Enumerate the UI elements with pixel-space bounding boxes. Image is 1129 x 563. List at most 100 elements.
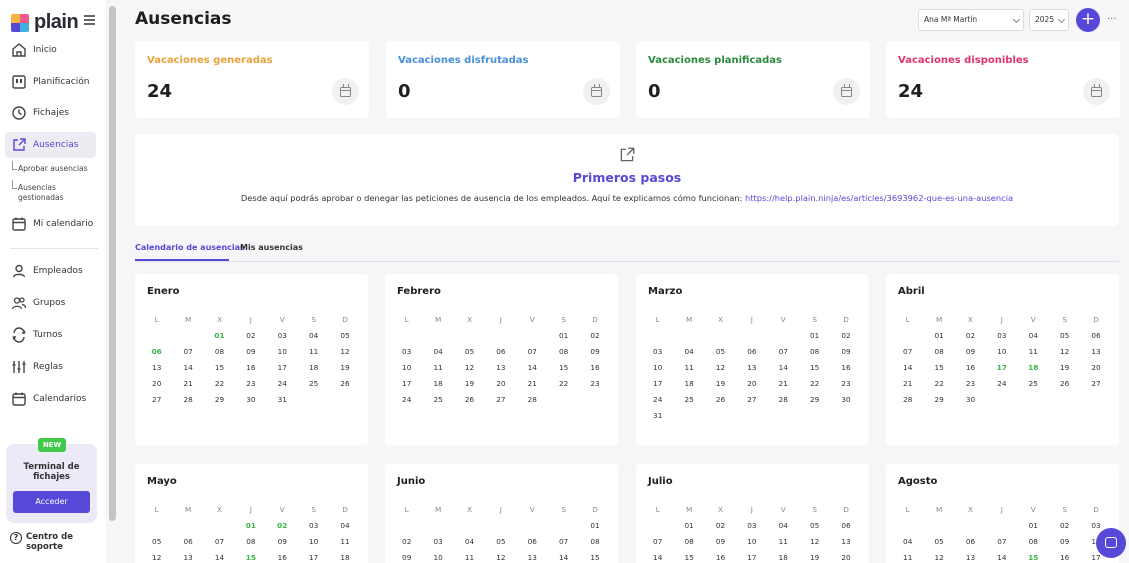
day-cell[interactable]: 06	[141, 344, 172, 360]
day-cell[interactable]: 10	[986, 344, 1017, 360]
day-cell[interactable]: 07	[986, 534, 1017, 550]
day-cell[interactable]: 12	[705, 360, 736, 376]
day-cell[interactable]: 20	[141, 376, 172, 392]
day-cell[interactable]: 04	[422, 344, 453, 360]
day-cell[interactable]: 02	[235, 328, 266, 344]
sidebar-item-turnos[interactable]: Turnos	[5, 322, 96, 348]
day-cell[interactable]: 05	[485, 534, 516, 550]
day-cell[interactable]: 11	[673, 360, 704, 376]
day-cell[interactable]: 18	[673, 376, 704, 392]
day-cell[interactable]: 08	[1018, 534, 1049, 550]
day-cell[interactable]: 13	[141, 360, 172, 376]
day-cell[interactable]: 15	[799, 360, 830, 376]
day-cell[interactable]: 10	[298, 534, 329, 550]
day-cell[interactable]: 05	[454, 344, 485, 360]
day-cell[interactable]: 22	[548, 376, 579, 392]
day-cell[interactable]: 15	[673, 550, 704, 563]
day-cell[interactable]: 14	[986, 550, 1017, 563]
day-cell[interactable]: 12	[454, 360, 485, 376]
day-cell[interactable]: 12	[923, 550, 954, 563]
day-cell[interactable]: 27	[141, 392, 172, 408]
menu-icon[interactable]	[84, 15, 95, 27]
day-cell[interactable]: 24	[642, 392, 673, 408]
day-cell[interactable]: 08	[799, 344, 830, 360]
employee-select[interactable]: Ana Mª Martín	[918, 9, 1024, 31]
sidebar-subitem-gestionadas[interactable]: Ausencias gestionadas	[12, 180, 88, 203]
day-cell[interactable]: 16	[235, 360, 266, 376]
day-cell[interactable]: 12	[1049, 344, 1080, 360]
sidebar-item-ausencias[interactable]: Ausencias	[5, 132, 96, 158]
day-cell[interactable]: 08	[204, 344, 235, 360]
day-cell[interactable]: 06	[955, 534, 986, 550]
day-cell[interactable]: 01	[923, 328, 954, 344]
day-cell[interactable]: 21	[517, 376, 548, 392]
day-cell[interactable]: 01	[204, 328, 235, 344]
day-cell[interactable]: 07	[172, 344, 203, 360]
day-cell[interactable]: 06	[830, 518, 861, 534]
tab-mis-ausencias[interactable]: Mis ausencias	[240, 243, 303, 252]
day-cell[interactable]: 03	[422, 534, 453, 550]
day-cell[interactable]: 11	[768, 534, 799, 550]
day-cell[interactable]: 13	[955, 550, 986, 563]
day-cell[interactable]: 07	[204, 534, 235, 550]
help-center-link[interactable]: ? Centro de soporte	[10, 532, 86, 552]
day-cell[interactable]: 20	[485, 376, 516, 392]
day-cell[interactable]: 28	[768, 392, 799, 408]
day-cell[interactable]: 11	[329, 534, 360, 550]
day-cell[interactable]: 26	[329, 376, 360, 392]
day-cell[interactable]: 14	[892, 360, 923, 376]
day-cell[interactable]: 25	[1018, 376, 1049, 392]
day-cell[interactable]: 10	[422, 550, 453, 563]
day-cell[interactable]: 19	[1049, 360, 1080, 376]
sidebar-item-empleados[interactable]: Empleados	[5, 258, 96, 284]
day-cell[interactable]: 16	[579, 360, 610, 376]
day-cell[interactable]: 25	[673, 392, 704, 408]
more-options-icon[interactable]: ···	[1107, 14, 1117, 25]
day-cell[interactable]: 03	[298, 518, 329, 534]
sidebar-item-calendarios[interactable]: Calendarios	[5, 386, 96, 412]
day-cell[interactable]: 13	[1080, 344, 1111, 360]
day-cell[interactable]: 10	[642, 360, 673, 376]
day-cell[interactable]: 03	[267, 328, 298, 344]
day-cell[interactable]: 19	[329, 360, 360, 376]
day-cell[interactable]: 20	[736, 376, 767, 392]
logo[interactable]: plain	[11, 11, 79, 34]
day-cell[interactable]: 06	[485, 344, 516, 360]
day-cell[interactable]: 18	[329, 550, 360, 563]
day-cell[interactable]: 15	[923, 360, 954, 376]
sidebar-item-planificacion[interactable]: Planificación	[5, 69, 96, 95]
day-cell[interactable]: 30	[235, 392, 266, 408]
day-cell[interactable]: 26	[1049, 376, 1080, 392]
day-cell[interactable]: 21	[172, 376, 203, 392]
day-cell[interactable]: 22	[204, 376, 235, 392]
day-cell[interactable]: 29	[204, 392, 235, 408]
day-cell[interactable]: 12	[485, 550, 516, 563]
day-cell[interactable]: 15	[204, 360, 235, 376]
day-cell[interactable]: 31	[642, 408, 673, 424]
day-cell[interactable]: 16	[830, 360, 861, 376]
day-cell[interactable]: 11	[454, 550, 485, 563]
day-cell[interactable]: 26	[705, 392, 736, 408]
day-cell[interactable]: 17	[391, 376, 422, 392]
day-cell[interactable]: 13	[830, 534, 861, 550]
day-cell[interactable]: 15	[579, 550, 610, 563]
add-button[interactable]: +	[1076, 8, 1100, 32]
year-select[interactable]: 2025	[1029, 9, 1069, 31]
day-cell[interactable]: 13	[485, 360, 516, 376]
day-cell[interactable]: 13	[517, 550, 548, 563]
sidebar-scrollbar-thumb[interactable]	[109, 6, 116, 521]
day-cell[interactable]: 22	[799, 376, 830, 392]
day-cell[interactable]: 16	[1049, 550, 1080, 563]
day-cell[interactable]: 08	[548, 344, 579, 360]
day-cell[interactable]: 14	[642, 550, 673, 563]
day-cell[interactable]: 31	[267, 392, 298, 408]
day-cell[interactable]: 12	[329, 344, 360, 360]
day-cell[interactable]: 02	[267, 518, 298, 534]
day-cell[interactable]: 16	[267, 550, 298, 563]
day-cell[interactable]: 09	[955, 344, 986, 360]
day-cell[interactable]: 28	[892, 392, 923, 408]
day-cell[interactable]: 22	[923, 376, 954, 392]
day-cell[interactable]: 03	[391, 344, 422, 360]
day-cell[interactable]: 18	[298, 360, 329, 376]
day-cell[interactable]: 09	[391, 550, 422, 563]
